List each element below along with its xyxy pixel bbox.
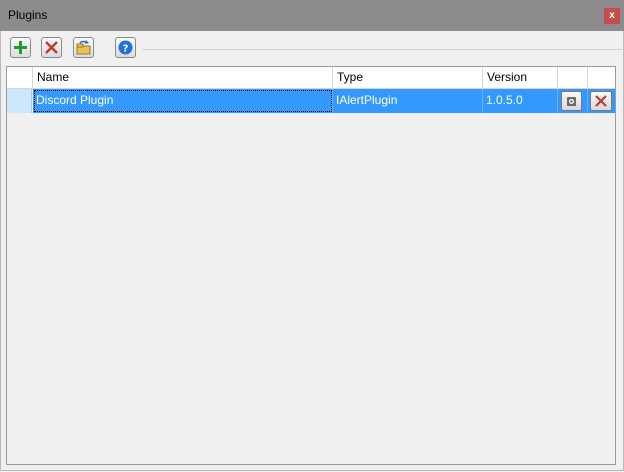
row-header-corner — [7, 67, 33, 89]
add-plugin-button[interactable] — [10, 37, 31, 58]
column-header-version[interactable]: Version — [483, 67, 558, 89]
plus-icon — [14, 41, 27, 54]
plugins-grid[interactable]: Name Type Version Discord Plugin IAlertP… — [6, 66, 616, 465]
column-header-settings — [558, 67, 588, 89]
cell-version[interactable]: 1.0.5.0 — [483, 89, 558, 113]
question-circle-icon: ? — [118, 40, 133, 55]
window-title: Plugins — [8, 8, 48, 22]
x-icon — [45, 41, 58, 54]
reload-plugin-button[interactable] — [73, 37, 94, 58]
folder-refresh-icon — [76, 40, 91, 55]
remove-plugin-button[interactable] — [41, 37, 62, 58]
cell-type[interactable]: IAlertPlugin — [333, 89, 483, 113]
title-bar: Plugins x — [0, 0, 624, 31]
cell-settings — [558, 89, 588, 113]
column-header-type[interactable]: Type — [333, 67, 483, 89]
toolbar-separator — [142, 49, 622, 50]
gear-icon — [567, 97, 576, 106]
help-button[interactable]: ? — [115, 37, 136, 58]
delete-icon — [595, 95, 607, 107]
cell-name[interactable]: Discord Plugin — [33, 89, 333, 113]
svg-text:?: ? — [123, 44, 129, 55]
close-button[interactable]: x — [604, 8, 620, 24]
delete-plugin-button[interactable] — [590, 91, 612, 111]
column-header-delete — [588, 67, 615, 89]
cell-delete — [588, 89, 615, 113]
table-row[interactable]: Discord Plugin IAlertPlugin 1.0.5.0 — [7, 89, 615, 113]
column-header-name[interactable]: Name — [33, 67, 333, 89]
plugin-settings-button[interactable] — [561, 91, 582, 111]
